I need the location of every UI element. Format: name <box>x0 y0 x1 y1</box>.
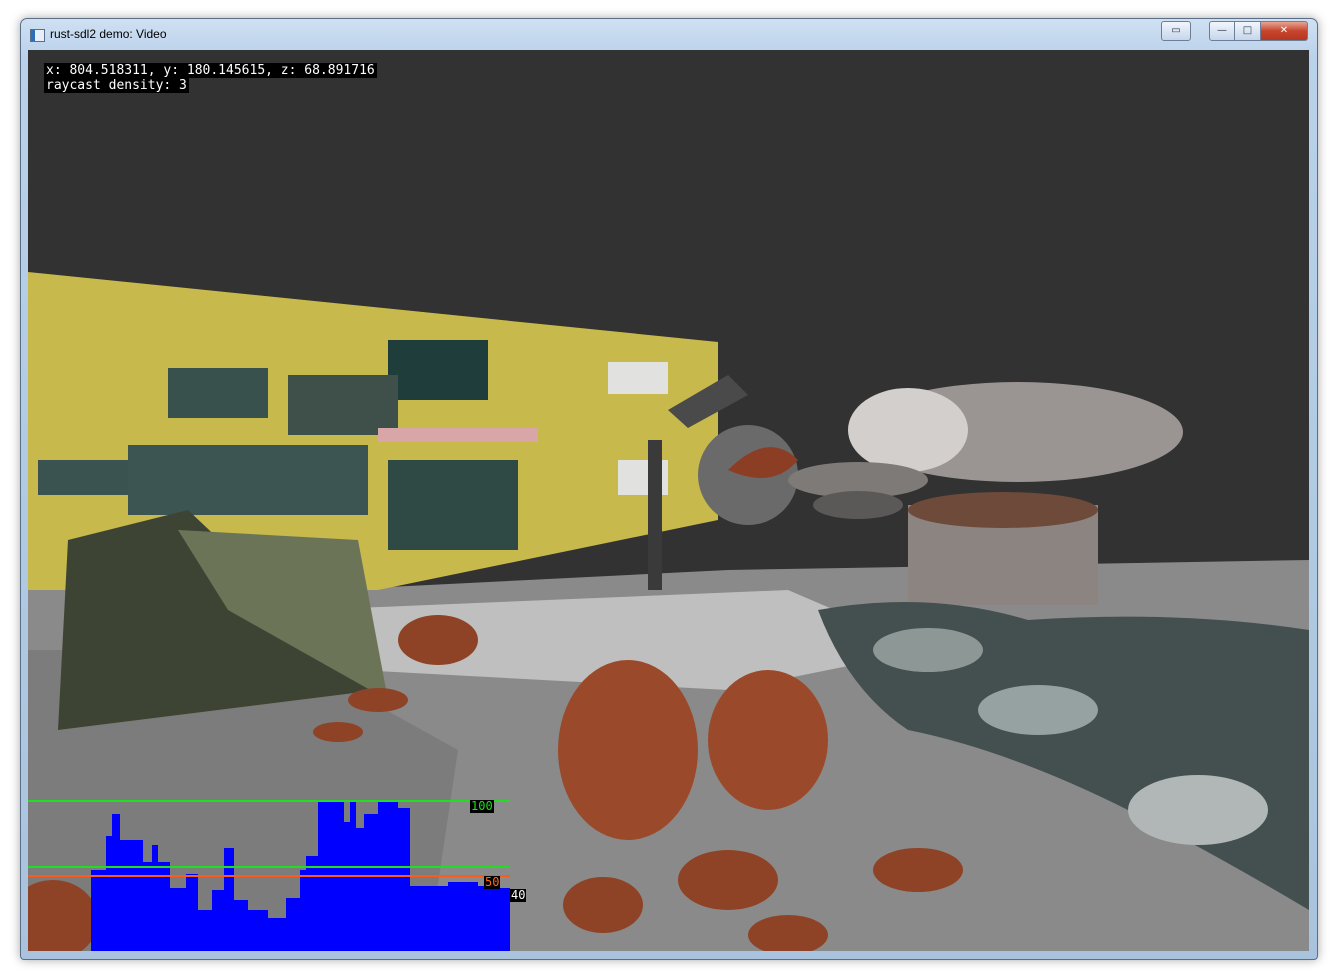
cylinder-top <box>908 492 1098 528</box>
rock-highlight <box>978 685 1098 735</box>
wall-hole <box>388 460 518 550</box>
wall-hole <box>128 445 368 515</box>
rock-highlight <box>1128 775 1268 845</box>
pink-ledge <box>378 428 538 442</box>
small-disk-base <box>813 491 903 519</box>
wall-panel <box>608 362 668 394</box>
pole <box>648 440 662 590</box>
density-readout: raycast density: 3 <box>44 78 189 93</box>
wall-hole <box>288 375 398 435</box>
rock-highlight <box>873 628 983 672</box>
torus-highlight <box>848 388 968 472</box>
app-icon <box>30 29 45 42</box>
wall-window <box>388 340 488 400</box>
minimize-button[interactable]: — <box>1209 21 1235 41</box>
render-viewport[interactable]: x: 804.518311, y: 180.145615, z: 68.8917… <box>28 50 1309 951</box>
dirt-patch <box>313 722 363 742</box>
graph-label-100: 100 <box>470 799 494 813</box>
graph-label-50: 50 <box>484 875 501 889</box>
window-title: rust-sdl2 demo: Video <box>50 27 167 41</box>
dirt-patch <box>678 850 778 910</box>
app-window: rust-sdl2 demo: Video ▭ — □ ✕ x: 804.518… <box>20 18 1318 960</box>
dirt-patch <box>348 688 408 712</box>
dirt-patch <box>563 877 643 933</box>
dirt-patch <box>873 848 963 892</box>
position-readout: x: 804.518311, y: 180.145615, z: 68.8917… <box>44 63 377 78</box>
title-bar[interactable]: rust-sdl2 demo: Video ▭ — □ ✕ <box>21 19 1317 49</box>
extra-window-button[interactable]: ▭ <box>1161 21 1191 41</box>
wall-hole <box>168 368 268 418</box>
scene-render <box>28 272 1309 951</box>
dirt-patch <box>398 615 478 665</box>
close-button[interactable]: ✕ <box>1260 21 1308 41</box>
maximize-button[interactable]: □ <box>1234 21 1261 41</box>
dirt-patch <box>558 660 698 840</box>
dirt-patch <box>708 670 828 810</box>
wall-hole <box>38 460 128 495</box>
graph-label-current: 40 <box>510 888 527 902</box>
hud-overlay: x: 804.518311, y: 180.145615, z: 68.8917… <box>44 63 377 93</box>
